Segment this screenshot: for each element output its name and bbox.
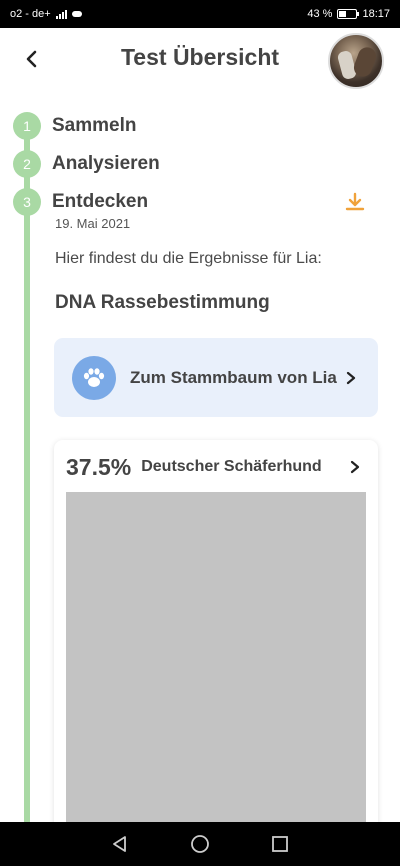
step-number: 2 [13,150,41,178]
nav-back-button[interactable] [108,832,132,856]
battery-percent: 43 % [307,8,333,20]
nav-recents-button[interactable] [268,832,292,856]
navigation-bar [0,822,400,866]
breed-percent: 37.5% [66,453,132,480]
step-label: Analysieren [52,153,160,174]
download-icon [345,192,365,211]
step-label: Sammeln [52,115,137,136]
signal-icon [55,9,67,19]
step-entdecken[interactable]: 3 Entdecken [13,188,148,216]
result-date: 19. Mai 2021 [55,216,131,231]
section-title: DNA Rassebestimmung [55,292,270,313]
intro-text: Hier findest du die Ergebnisse für Lia: [55,250,322,267]
cloud-icon [71,11,82,17]
breed-name: Deutscher Schäferhund [141,458,322,475]
step-label: Entdecken [52,191,149,212]
step-number: 3 [13,188,41,216]
family-tree-card[interactable]: Zum Stammbaum von Lia [54,338,378,417]
triangle-back-icon [113,836,126,852]
status-left: o2 - de+ [10,8,82,20]
status-right: 43 % 18:17 [307,8,390,20]
timeline-line [24,125,30,825]
avatar[interactable] [328,33,384,89]
download-button[interactable] [345,192,365,212]
chevron-right-icon [350,460,360,474]
battery-icon [337,9,360,19]
step-number: 1 [13,112,41,140]
status-bar: o2 - de+ 43 % 18:17 [0,0,400,28]
breed-header: 37.5% Deutscher Schäferhund [66,452,366,482]
circle-home-icon [191,835,209,853]
paw-icon [72,355,116,400]
breed-image-placeholder [66,492,366,860]
chevron-right-icon [346,371,356,384]
family-tree-label: Zum Stammbaum von Lia [130,367,337,387]
square-recents-icon [272,836,288,852]
carrier-label: o2 - de+ [10,8,51,20]
step-sammeln[interactable]: 1 Sammeln [13,112,136,140]
clock: 18:17 [362,8,390,20]
breed-card[interactable]: 37.5% Deutscher Schäferhund [54,440,378,860]
nav-home-button[interactable] [188,832,212,856]
step-analysieren[interactable]: 2 Analysieren [13,150,160,178]
app-header: Test Übersicht [0,28,400,92]
